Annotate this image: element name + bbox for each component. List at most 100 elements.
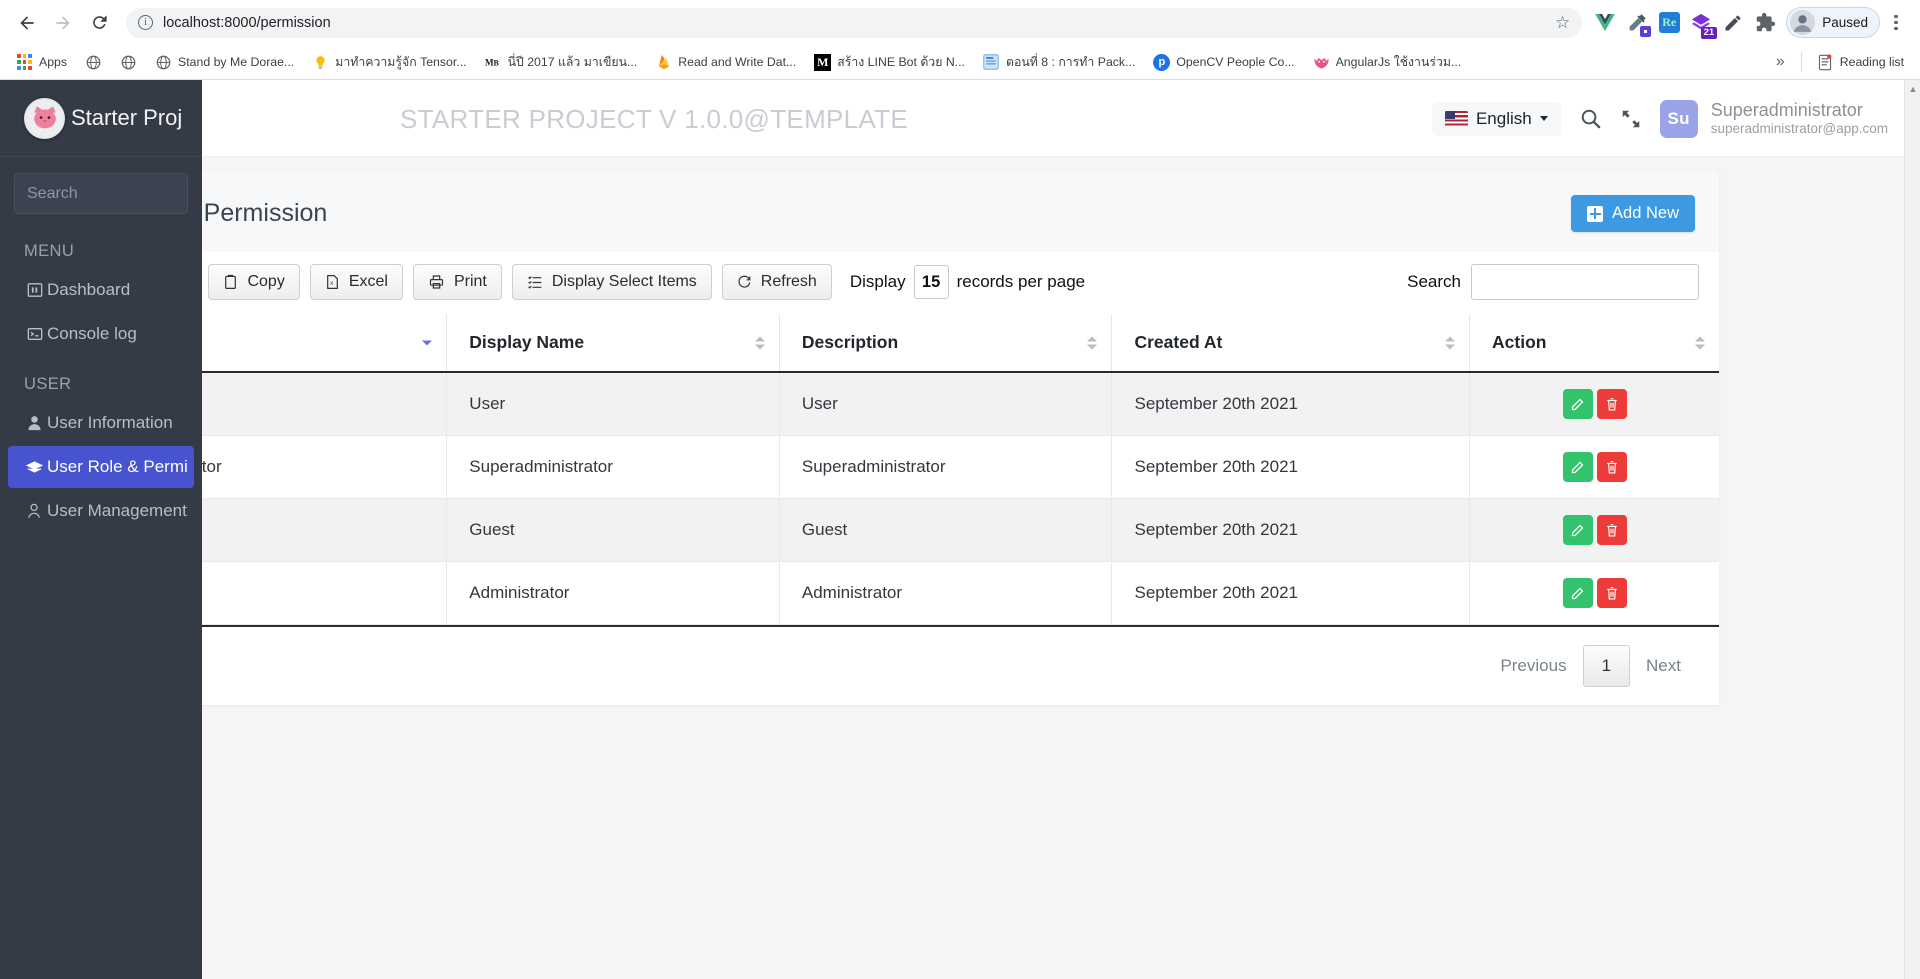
delete-button[interactable] xyxy=(1596,389,1627,419)
adobe-premiere-icon[interactable]: Re xyxy=(1654,8,1684,38)
excel-button[interactable]: x Excel xyxy=(309,264,403,300)
sort-indicator xyxy=(754,336,765,349)
refresh-button[interactable]: Refresh xyxy=(721,264,832,300)
forward-arrow-icon[interactable] xyxy=(46,6,80,40)
color-picker-icon[interactable] xyxy=(1622,8,1652,38)
svg-text:x: x xyxy=(330,280,334,287)
vue-devtools-icon[interactable] xyxy=(1590,8,1620,38)
bookmark-globe-1[interactable] xyxy=(78,50,109,75)
sidebar-item-user-management[interactable]: User Management xyxy=(8,490,194,532)
topbar-right-group: English Su Superadministrator superadmin… xyxy=(1431,80,1888,157)
sidebar-brand[interactable]: Starter Proj xyxy=(0,80,202,157)
pagination-page-1[interactable]: 1 xyxy=(1582,645,1631,687)
language-selector[interactable]: English xyxy=(1431,101,1561,136)
sort-indicator xyxy=(1087,336,1098,349)
browser-chrome: i localhost:8000/permission ☆ Re 21 Paus… xyxy=(0,0,1920,80)
edit-button[interactable] xyxy=(1562,389,1593,419)
table-row[interactable]: Administrator Administrator Administrato… xyxy=(56,561,1719,625)
pagination-previous[interactable]: Previous xyxy=(1484,646,1582,686)
bookmark-angularjs[interactable]: AngularJs ใช้งานร่วม... xyxy=(1306,49,1469,76)
copy-button[interactable]: Copy xyxy=(208,264,300,300)
display-select-items-button[interactable]: Display Select Items xyxy=(511,264,712,300)
expand-icon[interactable] xyxy=(1620,108,1642,130)
sidebar-search-input[interactable]: Search xyxy=(14,173,188,214)
bulb-icon xyxy=(312,54,329,71)
layers-extension-icon[interactable]: 21 xyxy=(1686,8,1718,39)
address-bar[interactable]: i localhost:8000/permission ☆ xyxy=(126,7,1583,38)
add-new-label: Add New xyxy=(1612,204,1679,222)
table-head: Name Display Name Description xyxy=(56,314,1719,373)
column-header-created-at[interactable]: Created At xyxy=(1111,314,1471,373)
reload-icon[interactable] xyxy=(82,6,116,40)
page-scrollbar[interactable]: ▲ xyxy=(1904,80,1920,979)
bookmark-apps[interactable]: Apps xyxy=(9,50,74,75)
page-card: ser Role & Permission Add New n visibili… xyxy=(56,171,1719,705)
bookmark-medium-2017[interactable]: MB นี่ปี 2017 แล้ว มาเขียน... xyxy=(478,49,645,76)
bookmark-tensorflow[interactable]: มาทำความรู้จัก Tensor... xyxy=(305,49,473,76)
button-label: Copy xyxy=(247,273,285,290)
table-row[interactable]: Superadministrator Superadministrator Su… xyxy=(56,435,1719,499)
delete-button[interactable] xyxy=(1596,578,1627,608)
edit-button[interactable] xyxy=(1562,515,1593,545)
bookmark-stand-by-me[interactable]: Stand by Me Dorae... xyxy=(148,50,301,75)
sidebar-brand-label: Starter Proj xyxy=(71,105,183,130)
sidebar-item-label: User Role & Permi xyxy=(47,457,188,476)
pagination-next[interactable]: Next xyxy=(1630,646,1697,686)
sidebar-item-user-role-permission[interactable]: User Role & Permi xyxy=(8,446,194,488)
app-version-watermark: STARTER PROJECT V 1.0.0@TEMPLATE xyxy=(400,104,908,134)
reading-list-button[interactable]: Reading list xyxy=(1810,50,1911,75)
extensions-puzzle-icon[interactable] xyxy=(1750,8,1780,38)
bookmark-label: ตอนที่ 8 : การทำ Pack... xyxy=(1005,54,1136,69)
sidebar-item-dashboard[interactable]: Dashboard xyxy=(8,269,194,311)
content-area: ser Role & Permission Add New n visibili… xyxy=(0,157,1904,979)
back-arrow-icon[interactable] xyxy=(10,6,44,40)
column-header-display-name[interactable]: Display Name xyxy=(446,314,780,373)
scrollbar-up-arrow-icon[interactable]: ▲ xyxy=(1905,80,1920,97)
bookmark-line-bot[interactable]: M สร้าง LINE Bot ด้วย N... xyxy=(807,49,972,76)
page-length-input[interactable]: 15 xyxy=(913,265,949,299)
sidebar-item-console-log[interactable]: Console log xyxy=(8,313,194,355)
column-label: Created At xyxy=(1134,332,1223,352)
browser-menu-icon[interactable] xyxy=(1882,14,1910,31)
sidebar-item-label: Dashboard xyxy=(47,280,131,299)
column-label: Action xyxy=(1492,332,1547,352)
cell-created-at: September 20th 2021 xyxy=(1111,561,1471,625)
cat-logo-icon xyxy=(24,97,65,139)
bookmark-star-icon[interactable]: ☆ xyxy=(1555,13,1570,33)
delete-button[interactable] xyxy=(1596,452,1627,482)
add-new-button[interactable]: Add New xyxy=(1571,195,1695,232)
bookmark-opencv[interactable]: p OpenCV People Co... xyxy=(1146,50,1301,75)
blue-doc-icon xyxy=(983,54,1000,71)
table-row[interactable]: Guest Guest Guest September 20th 2021 xyxy=(56,498,1719,562)
chevron-down-icon xyxy=(1539,116,1548,121)
site-info-icon[interactable]: i xyxy=(138,15,153,30)
bookmark-packaging[interactable]: ตอนที่ 8 : การทำ Pack... xyxy=(976,49,1142,76)
user-chip[interactable]: Su Superadministrator superadministrator… xyxy=(1659,99,1888,138)
edit-button[interactable] xyxy=(1562,452,1593,482)
edit-button[interactable] xyxy=(1562,578,1593,608)
user-icon xyxy=(24,415,45,431)
sidebar-item-user-information[interactable]: User Information xyxy=(8,402,194,444)
bookmarks-overflow-icon[interactable]: » xyxy=(1768,53,1793,71)
sort-indicator xyxy=(1695,336,1705,349)
cell-action xyxy=(1469,372,1719,436)
user-email: superadministrator@app.com xyxy=(1710,121,1888,137)
delete-button[interactable] xyxy=(1596,515,1627,545)
pencil-extension-icon[interactable] xyxy=(1718,8,1748,38)
bookmark-label: Apps xyxy=(39,55,68,69)
bookmark-firebase[interactable]: Read and Write Dat... xyxy=(648,50,803,75)
bookmark-globe-2[interactable] xyxy=(113,50,144,75)
button-label: Refresh xyxy=(760,273,817,290)
print-button[interactable]: Print xyxy=(412,264,502,300)
cell-display-name: User xyxy=(446,372,780,436)
globe-icon xyxy=(120,54,137,71)
column-header-action[interactable]: Action xyxy=(1469,314,1719,373)
profile-pill[interactable]: Paused xyxy=(1786,7,1880,38)
bookmark-label: มาทำความรู้จัก Tensor... xyxy=(335,54,467,69)
search-input[interactable] xyxy=(1471,264,1699,300)
table-row[interactable]: User User User September 20th 2021 xyxy=(56,372,1719,436)
search-icon[interactable] xyxy=(1579,107,1602,130)
layers-icon xyxy=(24,460,45,475)
avatar: Su xyxy=(1659,99,1698,138)
column-header-description[interactable]: Description xyxy=(779,314,1113,373)
